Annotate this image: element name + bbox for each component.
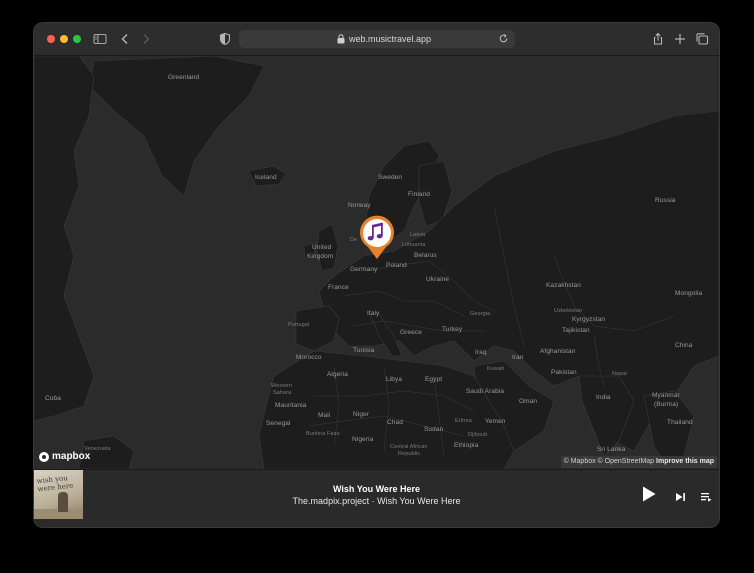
mapbox-logo-icon — [39, 451, 49, 462]
label-poland: Poland — [386, 262, 407, 269]
label-central-african: Central African — [390, 444, 428, 450]
track-title: Wish You Were Here — [333, 484, 420, 494]
minimize-window-button[interactable] — [60, 35, 68, 43]
zoom-window-button[interactable] — [73, 35, 81, 43]
lock-icon — [337, 34, 345, 44]
label-niger: Niger — [353, 411, 370, 418]
label-oman: Oman — [519, 398, 538, 405]
world-map[interactable]: Greenland Iceland Sweden Finland Norway … — [34, 56, 719, 469]
label-kyrgyzstan: Kyrgyzstan — [572, 316, 606, 323]
improve-map-link[interactable]: Improve this map — [656, 458, 714, 465]
label-turkey: Turkey — [442, 326, 463, 333]
label-kuwait: Kuwait — [487, 366, 505, 372]
label-belarus: Belarus — [414, 252, 437, 259]
label-morocco: Morocco — [296, 354, 322, 361]
label-western: Western — [271, 383, 293, 389]
label-nepal: Nepal — [612, 371, 627, 377]
label-latvia: Latvia — [410, 232, 426, 238]
label-mongolia: Mongolia — [675, 290, 703, 297]
label-mali: Mali — [318, 412, 331, 419]
music-location-pin[interactable] — [357, 213, 397, 261]
map-landmass — [34, 56, 719, 469]
label-finland: Finland — [408, 191, 431, 198]
address-bar[interactable]: web.musictravel.app — [239, 30, 515, 48]
label-saudi-arabia: Saudi Arabia — [466, 388, 505, 395]
label-ukraine: Ukraine — [426, 276, 450, 283]
privacy-shield-icon[interactable] — [217, 31, 233, 47]
label-germany: Germany — [350, 266, 378, 273]
label-sahara: Sahara — [273, 390, 292, 396]
label-myanmar: Myanmar — [652, 392, 680, 399]
label-egypt: Egypt — [425, 376, 443, 383]
label-republic: Republic — [398, 451, 421, 457]
label-tunisia: Tunisia — [353, 347, 375, 354]
label-senegal: Senegal — [266, 420, 291, 427]
label-iceland: Iceland — [255, 174, 277, 181]
label-sudan: Sudan — [424, 426, 444, 433]
label-sweden: Sweden — [378, 174, 403, 181]
share-icon[interactable] — [650, 31, 666, 47]
label-cuba: Cuba — [45, 395, 61, 402]
mapbox-logo[interactable]: mapbox — [39, 451, 90, 462]
label-india: India — [596, 394, 611, 401]
close-window-button[interactable] — [47, 35, 55, 43]
label-greece: Greece — [400, 329, 422, 336]
label-united: United — [312, 244, 332, 251]
label-sri-lanka: Sri Lanka — [597, 446, 626, 453]
label-kingdom: Kingdom — [307, 253, 334, 260]
browser-window: web.musictravel.app Greenland Iceland Sw… — [34, 23, 719, 527]
reload-icon[interactable] — [498, 33, 509, 44]
mapbox-logo-text: mapbox — [52, 451, 91, 462]
sidebar-icon[interactable] — [92, 31, 108, 47]
label-mauritania: Mauritania — [275, 402, 307, 409]
label-france: France — [328, 284, 349, 291]
label-nigeria: Nigeria — [352, 436, 374, 443]
label-yemen: Yemen — [485, 418, 506, 425]
label-eritrea: Eritrea — [455, 418, 472, 424]
album-cover[interactable]: wish you were here — [34, 470, 83, 519]
label-greenland: Greenland — [168, 74, 200, 81]
label-burma: (Burma) — [654, 401, 679, 408]
label-chad: Chad — [387, 419, 403, 426]
browser-toolbar: web.musictravel.app — [34, 23, 719, 56]
label-iraq: Iraq — [475, 349, 487, 356]
play-button[interactable] — [641, 485, 657, 503]
label-afghanistan: Afghanistan — [540, 348, 576, 355]
label-iran: Iran — [512, 354, 524, 361]
map-attribution: © Mapbox © OpenStreetMap Improve this ma… — [560, 456, 717, 468]
attribution-text[interactable]: © Mapbox © OpenStreetMap — [564, 458, 654, 465]
label-burkina-faso: Burkina Faso — [306, 431, 340, 437]
label-georgia: Georgia — [470, 311, 491, 317]
label-algeria: Algeria — [327, 371, 348, 378]
label-lithuania: Lithuania — [402, 242, 426, 248]
queue-list-icon — [701, 493, 712, 502]
next-track-button[interactable] — [675, 489, 686, 501]
now-playing-bar: wish you were here Wish You Were Here Th… — [34, 469, 719, 527]
label-uzbekistan: Uzbekistan — [554, 308, 583, 314]
label-ethiopia: Ethiopia — [454, 442, 479, 449]
url-text: web.musictravel.app — [349, 34, 432, 44]
label-russia: Russia — [655, 197, 676, 204]
new-tab-icon[interactable] — [672, 31, 688, 47]
track-artist-album: The.madpix.project · Wish You Were Here — [292, 496, 461, 506]
label-pakistan: Pakistan — [551, 369, 577, 376]
label-italy: Italy — [367, 310, 380, 317]
queue-button[interactable] — [701, 489, 712, 502]
label-kazakhstan: Kazakhstan — [546, 282, 581, 289]
label-portugal: Portugal — [288, 322, 310, 328]
label-libya: Libya — [386, 376, 403, 383]
back-icon[interactable] — [117, 31, 133, 47]
play-icon — [643, 486, 656, 502]
label-china: China — [675, 342, 693, 349]
skip-forward-icon — [676, 493, 685, 501]
label-thailand: Thailand — [667, 419, 693, 426]
forward-icon[interactable] — [138, 31, 154, 47]
tab-overview-icon[interactable] — [694, 31, 710, 47]
label-djibouti: Djibouti — [468, 432, 488, 438]
label-tajikistan: Tajikistan — [562, 327, 590, 334]
label-norway: Norway — [348, 202, 371, 209]
